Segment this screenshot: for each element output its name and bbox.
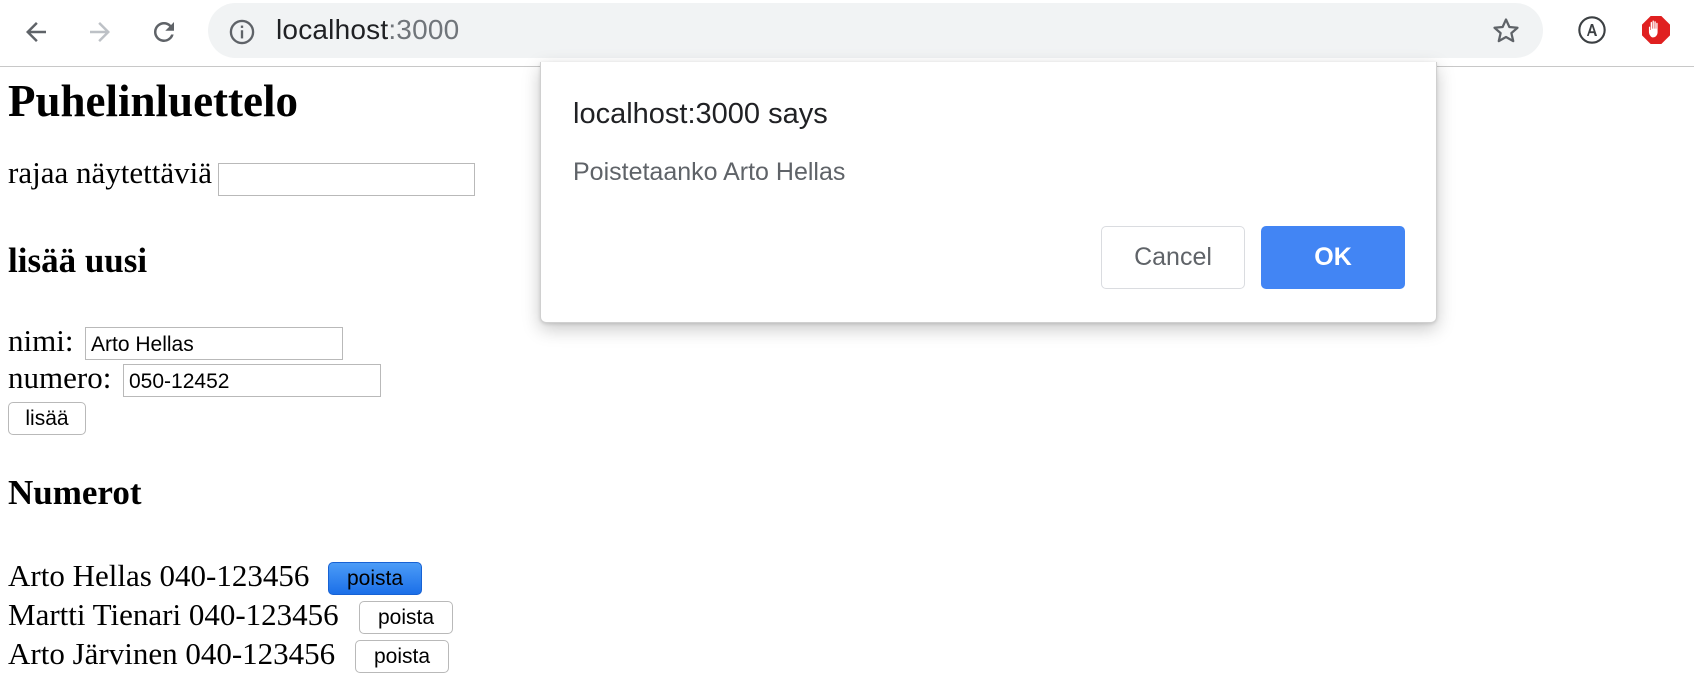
address-bar[interactable]: localhost:3000 bbox=[208, 3, 1543, 58]
delete-button[interactable]: poista bbox=[328, 562, 422, 595]
url-port: :3000 bbox=[388, 14, 460, 45]
entry-text: Martti Tienari 040-123456 bbox=[8, 597, 339, 632]
delete-button[interactable]: poista bbox=[359, 601, 453, 634]
translate-extension-icon[interactable] bbox=[1576, 14, 1608, 46]
url-host: localhost bbox=[276, 14, 389, 45]
forward-arrow-icon bbox=[90, 22, 110, 42]
filter-label: rajaa näytettäviä bbox=[8, 155, 212, 190]
page-title: Puhelinluettelo bbox=[8, 76, 298, 126]
ok-button[interactable]: OK bbox=[1261, 226, 1405, 289]
name-label: nimi: bbox=[8, 323, 74, 358]
reload-button[interactable] bbox=[144, 12, 184, 52]
dialog-message: Poistetaanko Arto Hellas bbox=[573, 158, 846, 186]
add-new-heading: lisää uusi bbox=[8, 241, 148, 280]
name-input[interactable]: Arto Hellas bbox=[85, 327, 343, 360]
confirm-dialog: localhost:3000 says Poistetaanko Arto He… bbox=[540, 62, 1437, 323]
cancel-button[interactable]: Cancel bbox=[1101, 226, 1245, 289]
back-arrow-icon bbox=[26, 22, 46, 42]
delete-button[interactable]: poista bbox=[355, 640, 449, 673]
browser-toolbar: localhost:3000 bbox=[0, 0, 1694, 67]
back-button[interactable] bbox=[16, 12, 56, 52]
filter-input[interactable] bbox=[218, 163, 475, 196]
url-text: localhost:3000 bbox=[276, 14, 459, 46]
adblock-extension-icon[interactable] bbox=[1640, 14, 1672, 46]
number-input[interactable]: 050-12452 bbox=[123, 364, 381, 397]
dialog-title: localhost:3000 says bbox=[573, 98, 828, 130]
reload-icon bbox=[153, 21, 174, 42]
number-label: numero: bbox=[8, 360, 112, 395]
numbers-heading: Numerot bbox=[8, 473, 142, 512]
info-icon[interactable] bbox=[228, 18, 256, 46]
bookmark-star-icon[interactable] bbox=[1491, 16, 1521, 46]
forward-button[interactable] bbox=[80, 12, 120, 52]
add-button[interactable]: lisää bbox=[8, 402, 86, 435]
entry-text: Arto Hellas 040-123456 bbox=[8, 558, 310, 593]
entry-text: Arto Järvinen 040-123456 bbox=[8, 636, 336, 671]
